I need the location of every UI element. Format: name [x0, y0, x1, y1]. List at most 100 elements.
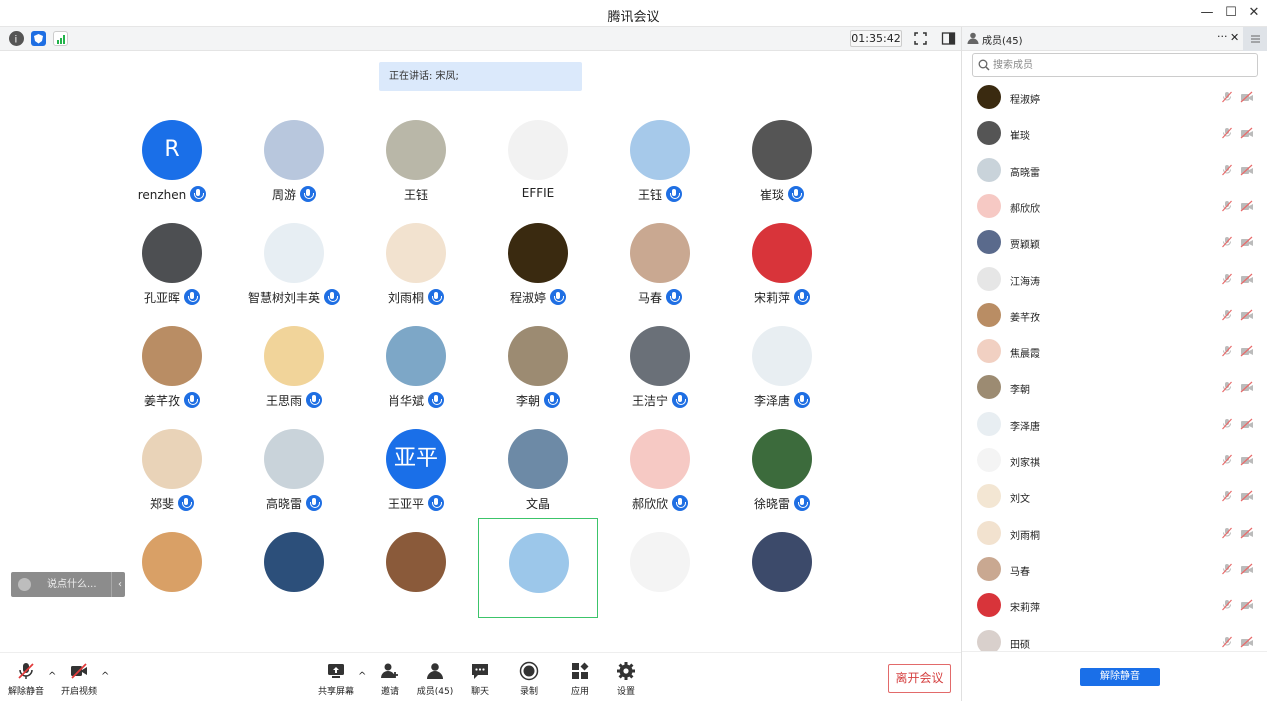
member-row[interactable]: 江海涛: [962, 263, 1267, 299]
member-list[interactable]: 程淑婷 崔琰 高晓雷 郝欣欣 贾颖颖 江海涛 姜芊孜 焦晨霞 李朝 李泽唐 刘家祺 刘文 刘雨桐 马春 宋莉…: [962, 81, 1267, 651]
shield-icon[interactable]: [31, 31, 46, 46]
participant-tile[interactable]: 宋莉萍: [722, 209, 842, 309]
leave-meeting-button[interactable]: 离开会议: [888, 664, 951, 693]
unmute-all-button[interactable]: 解除静音: [1080, 668, 1160, 686]
camera-off-icon[interactable]: [1240, 309, 1254, 321]
close-panel-icon[interactable]: ✕: [1230, 31, 1239, 44]
mic-muted-icon[interactable]: [1221, 599, 1233, 611]
participant-tile[interactable]: 郝欣欣: [600, 415, 720, 515]
collapse-chat-icon[interactable]: ‹: [111, 572, 122, 597]
participant-tile[interactable]: 周游: [234, 106, 354, 206]
participant-tile[interactable]: 李泽唐: [722, 312, 842, 412]
member-row[interactable]: 郝欣欣: [962, 190, 1267, 226]
participant-tile[interactable]: [112, 518, 232, 618]
signal-icon[interactable]: [53, 31, 68, 46]
chat-input-pill[interactable]: 说点什么... ‹: [11, 572, 125, 597]
participant-tile[interactable]: 智慧树刘丰英: [234, 209, 354, 309]
participant-tile[interactable]: 崔琰: [722, 106, 842, 206]
more-options-icon[interactable]: ···: [1217, 30, 1228, 43]
member-row[interactable]: 刘文: [962, 480, 1267, 516]
video-options-chevron-icon[interactable]: ^: [101, 671, 109, 682]
mic-muted-icon[interactable]: [1221, 164, 1233, 176]
camera-off-icon[interactable]: [1240, 273, 1254, 285]
fullscreen-icon[interactable]: [913, 31, 928, 46]
mic-muted-icon[interactable]: [1221, 636, 1233, 648]
member-row[interactable]: 刘雨桐: [962, 517, 1267, 553]
member-search-input[interactable]: [993, 57, 1233, 73]
participant-tile[interactable]: 肖华斌: [356, 312, 476, 412]
camera-off-icon[interactable]: [1240, 164, 1254, 176]
member-row[interactable]: 崔琰: [962, 117, 1267, 153]
layout-toggle-icon[interactable]: [941, 31, 956, 46]
camera-off-icon[interactable]: [1240, 599, 1254, 611]
emoji-icon[interactable]: [18, 578, 31, 591]
mic-muted-icon[interactable]: [1221, 563, 1233, 575]
maximize-button[interactable]: ☐: [1221, 4, 1241, 22]
member-row[interactable]: 高晓雷: [962, 154, 1267, 190]
camera-off-icon[interactable]: [1240, 345, 1254, 357]
member-search-box[interactable]: [972, 53, 1258, 77]
participant-tile[interactable]: [234, 518, 354, 618]
mic-muted-icon[interactable]: [1221, 418, 1233, 430]
camera-off-icon[interactable]: [1240, 636, 1254, 648]
participant-tile[interactable]: 孔亚晖: [112, 209, 232, 309]
member-row[interactable]: 李朝: [962, 371, 1267, 407]
participant-tile[interactable]: 马春: [600, 209, 720, 309]
participant-tile[interactable]: 亚平 王亚平: [356, 415, 476, 515]
start-video-button[interactable]: 开启视频: [54, 661, 104, 697]
unmute-button[interactable]: 解除静音: [1, 661, 51, 697]
mic-muted-icon[interactable]: [1221, 273, 1233, 285]
info-icon[interactable]: i: [9, 31, 24, 46]
share-screen-button[interactable]: 共享屏幕: [311, 661, 361, 697]
participant-tile[interactable]: 徐晓雷: [722, 415, 842, 515]
member-row[interactable]: 程淑婷: [962, 81, 1267, 117]
camera-off-icon[interactable]: [1240, 200, 1254, 212]
mic-muted-icon[interactable]: [1221, 527, 1233, 539]
mic-muted-icon[interactable]: [1221, 490, 1233, 502]
participant-tile[interactable]: 程淑婷: [478, 209, 598, 309]
mic-muted-icon[interactable]: [1221, 236, 1233, 248]
settings-button[interactable]: 设置: [601, 661, 651, 697]
camera-off-icon[interactable]: [1240, 91, 1254, 103]
participant-tile[interactable]: 刘雨桐: [356, 209, 476, 309]
camera-off-icon[interactable]: [1240, 490, 1254, 502]
invite-button[interactable]: 邀请: [365, 661, 415, 697]
participant-tile[interactable]: 高晓雷: [234, 415, 354, 515]
mic-muted-icon[interactable]: [1221, 345, 1233, 357]
member-row[interactable]: 李泽唐: [962, 408, 1267, 444]
member-row[interactable]: 姜芊孜: [962, 299, 1267, 335]
participant-tile[interactable]: 王钰: [356, 106, 476, 206]
member-row[interactable]: 焦晨霞: [962, 335, 1267, 371]
participant-tile[interactable]: 姜芊孜: [112, 312, 232, 412]
mic-muted-icon[interactable]: [1221, 200, 1233, 212]
chat-button[interactable]: 聊天: [455, 661, 505, 697]
mic-muted-icon[interactable]: [1221, 127, 1233, 139]
participant-tile[interactable]: 王钰: [600, 106, 720, 206]
participant-tile[interactable]: [356, 518, 476, 618]
member-row[interactable]: 马春: [962, 553, 1267, 589]
participant-tile[interactable]: [600, 518, 720, 618]
camera-off-icon[interactable]: [1240, 127, 1254, 139]
camera-off-icon[interactable]: [1240, 454, 1254, 466]
camera-off-icon[interactable]: [1240, 527, 1254, 539]
panel-menu-button[interactable]: [1243, 27, 1267, 51]
mic-muted-icon[interactable]: [1221, 381, 1233, 393]
close-window-button[interactable]: ✕: [1244, 4, 1264, 22]
members-button[interactable]: 成员(45): [410, 661, 460, 697]
mic-muted-icon[interactable]: [1221, 309, 1233, 321]
participant-tile[interactable]: 李朝: [478, 312, 598, 412]
minimize-button[interactable]: —: [1197, 4, 1217, 22]
mic-muted-icon[interactable]: [1221, 454, 1233, 466]
participant-tile[interactable]: 郑斐: [112, 415, 232, 515]
mic-muted-icon[interactable]: [1221, 91, 1233, 103]
participant-tile[interactable]: 王思雨: [234, 312, 354, 412]
member-row[interactable]: 宋莉萍: [962, 589, 1267, 625]
participant-tile[interactable]: [722, 518, 842, 618]
participant-tile[interactable]: 文晶: [478, 415, 598, 515]
apps-button[interactable]: 应用: [555, 661, 605, 697]
member-row[interactable]: 田硕: [962, 626, 1267, 651]
camera-off-icon[interactable]: [1240, 418, 1254, 430]
camera-off-icon[interactable]: [1240, 381, 1254, 393]
camera-off-icon[interactable]: [1240, 236, 1254, 248]
participant-tile[interactable]: EFFIE: [478, 106, 598, 206]
